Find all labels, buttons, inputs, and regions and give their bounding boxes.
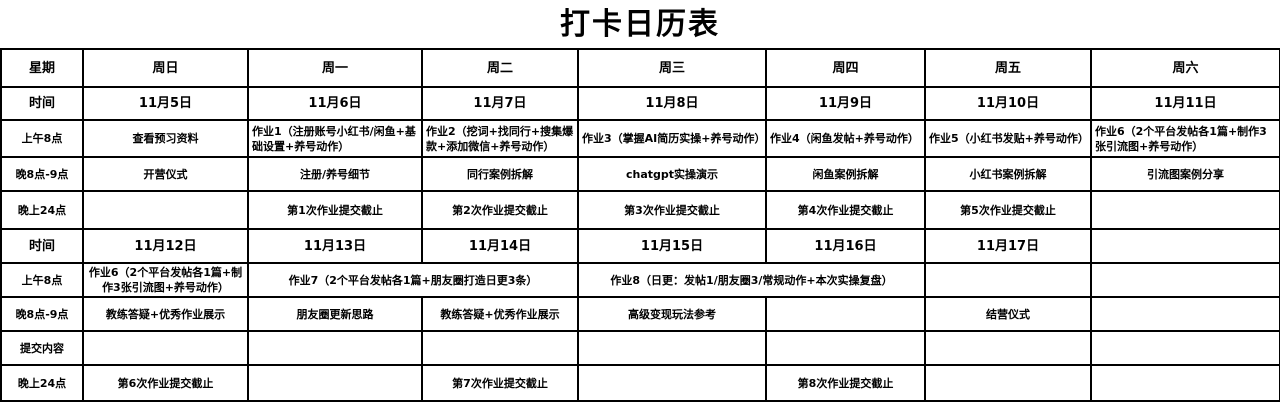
calendar-cell: 11月16日 xyxy=(765,228,926,264)
calendar-cell: 11月6日 xyxy=(247,86,423,121)
calendar-cell: 第2次作业提交截止 xyxy=(421,190,579,230)
calendar-cell: 11月10日 xyxy=(924,86,1092,121)
calendar-cell: 注册/养号细节 xyxy=(247,156,423,192)
calendar-cell: 教练答疑+优秀作业展示 xyxy=(82,296,249,332)
row-label: 上午8点 xyxy=(0,262,84,298)
calendar-cell: 第4次作业提交截止 xyxy=(765,190,926,230)
calendar-cell xyxy=(247,364,423,402)
calendar-cell: 11月15日 xyxy=(577,228,767,264)
row-label: 星期 xyxy=(0,48,84,88)
calendar-cell xyxy=(1090,190,1280,230)
row-label: 时间 xyxy=(0,86,84,121)
calendar-cell: 周五 xyxy=(924,48,1092,88)
calendar-cell: 第7次作业提交截止 xyxy=(421,364,579,402)
morning-row: 上午8点 作业6（2个平台发帖各1篇+制作3张引流图+养号动作） 作业7（2个平台发… xyxy=(0,262,1280,298)
calendar-cell xyxy=(421,330,579,366)
calendar-cell: 11月17日 xyxy=(924,228,1092,264)
calendar-cell: 教练答疑+优秀作业展示 xyxy=(421,296,579,332)
calendar-cell xyxy=(924,364,1092,402)
calendar-cell: 朋友圈更新思路 xyxy=(247,296,423,332)
calendar-cell: chatgpt实操演示 xyxy=(577,156,767,192)
evening-row: 晚8点-9点 教练答疑+优秀作业展示 朋友圈更新思路 教练答疑+优秀作业展示 高级变现玩… xyxy=(0,296,1280,332)
submit-row: 提交内容 xyxy=(0,330,1280,366)
page-title: 打卡日历表 xyxy=(560,7,720,42)
calendar-cell: 第8次作业提交截止 xyxy=(765,364,926,402)
calendar-cell: 引流图案例分享 xyxy=(1090,156,1280,192)
calendar-cell xyxy=(577,330,767,366)
calendar-cell xyxy=(1090,228,1280,264)
calendar-cell: 作业6（2个平台发帖各1篇+制作3张引流图+养号动作） xyxy=(1090,119,1280,158)
calendar-cell: 第5次作业提交截止 xyxy=(924,190,1092,230)
calendar-cell xyxy=(82,330,249,366)
calendar-cell: 11月5日 xyxy=(82,86,249,121)
date-row: 时间 11月12日 11月13日 11月14日 11月15日 11月16日 11月17日 xyxy=(0,228,1280,264)
calendar-cell: 作业2（挖词+找同行+搜集爆款+添加微信+养号动作） xyxy=(421,119,579,158)
calendar-cell: 周日 xyxy=(82,48,249,88)
calendar-cell: 周二 xyxy=(421,48,579,88)
calendar-cell: 开营仪式 xyxy=(82,156,249,192)
calendar-cell: 11月13日 xyxy=(247,228,423,264)
morning-row: 上午8点 查看预习资料 作业1（注册账号小红书/闲鱼+基础设置+养号动作） 作业2（挖… xyxy=(0,119,1280,158)
calendar-cell xyxy=(1090,262,1280,298)
row-label: 晚上24点 xyxy=(0,364,84,402)
calendar-cell: 作业3（掌握AI简历实操+养号动作） xyxy=(577,119,767,158)
calendar-cell: 11月14日 xyxy=(421,228,579,264)
calendar-cell: 小红书案例拆解 xyxy=(924,156,1092,192)
deadline-row: 晚上24点 第6次作业提交截止 第7次作业提交截止 第8次作业提交截止 xyxy=(0,364,1280,402)
calendar-cell xyxy=(765,296,926,332)
row-label: 提交内容 xyxy=(0,330,84,366)
calendar-cell: 作业7（2个平台发帖各1篇+朋友圈打造日更3条） xyxy=(247,262,579,298)
deadline-row: 晚上24点 第1次作业提交截止 第2次作业提交截止 第3次作业提交截止 第4次作业提交截… xyxy=(0,190,1280,230)
calendar-cell: 第3次作业提交截止 xyxy=(577,190,767,230)
calendar-cell: 查看预习资料 xyxy=(82,119,249,158)
calendar-cell: 11月7日 xyxy=(421,86,579,121)
calendar-cell xyxy=(1090,296,1280,332)
calendar-cell: 作业8（日更：发帖1/朋友圈3/常规动作+本次实操复盘） xyxy=(577,262,926,298)
calendar-cell xyxy=(924,330,1092,366)
calendar-cell: 作业6（2个平台发帖各1篇+制作3张引流图+养号动作） xyxy=(82,262,249,298)
calendar-cell xyxy=(1090,330,1280,366)
calendar-cell xyxy=(82,190,249,230)
calendar-cell xyxy=(577,364,767,402)
calendar-cell: 第1次作业提交截止 xyxy=(247,190,423,230)
calendar-cell: 11月9日 xyxy=(765,86,926,121)
row-label: 晚上24点 xyxy=(0,190,84,230)
calendar-cell: 周六 xyxy=(1090,48,1280,88)
calendar-cell xyxy=(924,262,1092,298)
calendar-cell: 作业4（闲鱼发帖+养号动作） xyxy=(765,119,926,158)
calendar-cell: 同行案例拆解 xyxy=(421,156,579,192)
calendar-cell: 作业1（注册账号小红书/闲鱼+基础设置+养号动作） xyxy=(247,119,423,158)
calendar-cell: 周四 xyxy=(765,48,926,88)
calendar-cell: 结营仪式 xyxy=(924,296,1092,332)
calendar-cell: 周三 xyxy=(577,48,767,88)
calendar-cell: 作业5（小红书发贴+养号动作） xyxy=(924,119,1092,158)
calendar-cell: 第6次作业提交截止 xyxy=(82,364,249,402)
calendar-table: 星期 周日 周一 周二 周三 周四 周五 周六 时间 11月5日 11月6日 11月7日 11月8日 11… xyxy=(0,48,1280,402)
calendar-cell xyxy=(765,330,926,366)
calendar-cell: 高级变现玩法参考 xyxy=(577,296,767,332)
weekday-header-row: 星期 周日 周一 周二 周三 周四 周五 周六 xyxy=(0,48,1280,88)
row-label: 上午8点 xyxy=(0,119,84,158)
calendar-cell: 闲鱼案例拆解 xyxy=(765,156,926,192)
row-label: 晚8点-9点 xyxy=(0,296,84,332)
calendar-cell: 11月8日 xyxy=(577,86,767,121)
row-label: 晚8点-9点 xyxy=(0,156,84,192)
date-row: 时间 11月5日 11月6日 11月7日 11月8日 11月9日 11月10日 11月11日 xyxy=(0,86,1280,121)
calendar-cell: 周一 xyxy=(247,48,423,88)
calendar-cell xyxy=(247,330,423,366)
calendar-cell: 11月12日 xyxy=(82,228,249,264)
calendar-cell xyxy=(1090,364,1280,402)
row-label: 时间 xyxy=(0,228,84,264)
evening-row: 晚8点-9点 开营仪式 注册/养号细节 同行案例拆解 chatgpt实操演示 闲鱼案例拆解… xyxy=(0,156,1280,192)
calendar-cell: 11月11日 xyxy=(1090,86,1280,121)
